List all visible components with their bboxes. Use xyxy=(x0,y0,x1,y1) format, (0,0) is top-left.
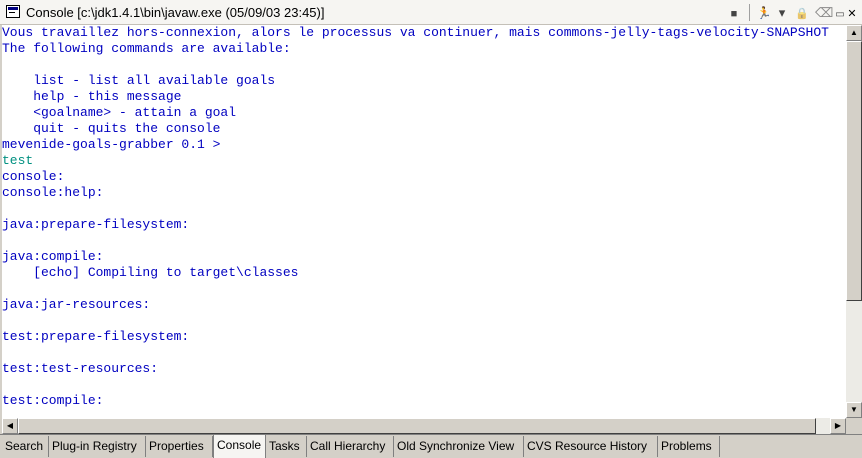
console-output-line: <goalname> - attain a goal xyxy=(2,105,237,120)
dropdown-arrow-icon: ▾ xyxy=(778,5,786,20)
terminate-button[interactable]: ■ xyxy=(726,4,742,21)
console-output-line: The following commands are available: xyxy=(2,41,291,56)
arrow-down-icon: ▼ xyxy=(850,405,858,414)
arrow-right-icon: ▶ xyxy=(834,421,842,430)
console-output-line: console:help: xyxy=(2,185,104,200)
console-output-area[interactable]: Vous travaillez hors-connexion, alors le… xyxy=(2,25,846,418)
tab-console[interactable]: Console xyxy=(213,435,266,458)
vertical-scrollbar[interactable]: ▲ ▼ xyxy=(846,25,862,418)
console-output-line: java:prepare-filesystem: xyxy=(2,217,190,232)
scroll-right-button[interactable]: ▶ xyxy=(830,418,846,434)
tab-search[interactable]: Search xyxy=(2,436,49,457)
console-view-title: Console [c:\jdk1.4.1\bin\javaw.exe (05/0… xyxy=(26,5,325,20)
console-output-line: java:compile: xyxy=(2,249,104,264)
console-output-line: list - list all available goals xyxy=(2,73,276,88)
console-output-line: help - this message xyxy=(2,89,182,104)
console-lines: Vous travaillez hors-connexion, alors le… xyxy=(2,25,846,409)
show-console-icon: 🏃 xyxy=(756,6,772,20)
tab-properties[interactable]: Properties xyxy=(146,436,213,457)
scroll-up-button[interactable]: ▲ xyxy=(846,25,862,41)
console-output-line: test:test-resources: xyxy=(2,361,159,376)
clear-console-icon: ⌫ xyxy=(815,5,834,20)
view-tab-bar: Search Plug-in Registry Properties Conso… xyxy=(0,434,862,458)
scroll-down-button[interactable]: ▼ xyxy=(846,402,862,418)
tab-tasks[interactable]: Tasks xyxy=(266,436,307,457)
vertical-scroll-thumb[interactable] xyxy=(846,41,862,301)
console-output-line: mevenide-goals-grabber 0.1 > xyxy=(2,137,221,152)
console-output-line: quit - quits the console xyxy=(2,121,221,136)
toolbar-separator xyxy=(749,4,750,21)
close-view-button[interactable]: ✕ xyxy=(846,4,858,21)
scroll-lock-button[interactable]: 🔒 xyxy=(794,4,810,21)
console-output-line: [echo] Compiling to target\classes xyxy=(2,265,299,280)
show-console-button[interactable]: 🏃 xyxy=(755,4,773,21)
tab-call-hierarchy[interactable]: Call Hierarchy xyxy=(307,436,394,457)
horizontal-scroll-thumb[interactable] xyxy=(18,418,816,434)
tab-cvs-resource-history[interactable]: CVS Resource History xyxy=(524,436,658,457)
clear-console-button[interactable]: ⌫ xyxy=(815,4,834,21)
close-icon: ✕ xyxy=(847,8,857,20)
console-output-line: test:compile: xyxy=(2,393,104,408)
console-view-title-bar: Console [c:\jdk1.4.1\bin\javaw.exe (05/0… xyxy=(0,0,862,25)
show-console-dropdown[interactable]: ▾ xyxy=(777,4,787,21)
console-output-line: test:prepare-filesystem: xyxy=(2,329,190,344)
console-view-icon xyxy=(6,5,20,18)
horizontal-scrollbar[interactable]: ◀ ▶ xyxy=(2,418,846,434)
scroll-corner xyxy=(846,418,862,434)
arrow-left-icon: ◀ xyxy=(6,421,14,430)
tab-problems[interactable]: Problems xyxy=(658,436,720,457)
console-output-line: console: xyxy=(2,169,65,184)
tab-plug-in-registry[interactable]: Plug-in Registry xyxy=(49,436,146,457)
scroll-lock-icon: 🔒 xyxy=(795,8,809,20)
minimize-view-icon: ▭ xyxy=(835,9,845,20)
scroll-left-button[interactable]: ◀ xyxy=(2,418,18,434)
arrow-up-icon: ▲ xyxy=(850,28,858,37)
minimize-view-button[interactable]: ▭ xyxy=(834,4,846,21)
console-output-line: Vous travaillez hors-connexion, alors le… xyxy=(2,25,829,40)
tab-old-synchronize-view[interactable]: Old Synchronize View xyxy=(394,436,524,457)
terminate-icon: ■ xyxy=(730,8,738,20)
console-input-line: test xyxy=(2,153,34,168)
console-output-line: java:jar-resources: xyxy=(2,297,151,312)
